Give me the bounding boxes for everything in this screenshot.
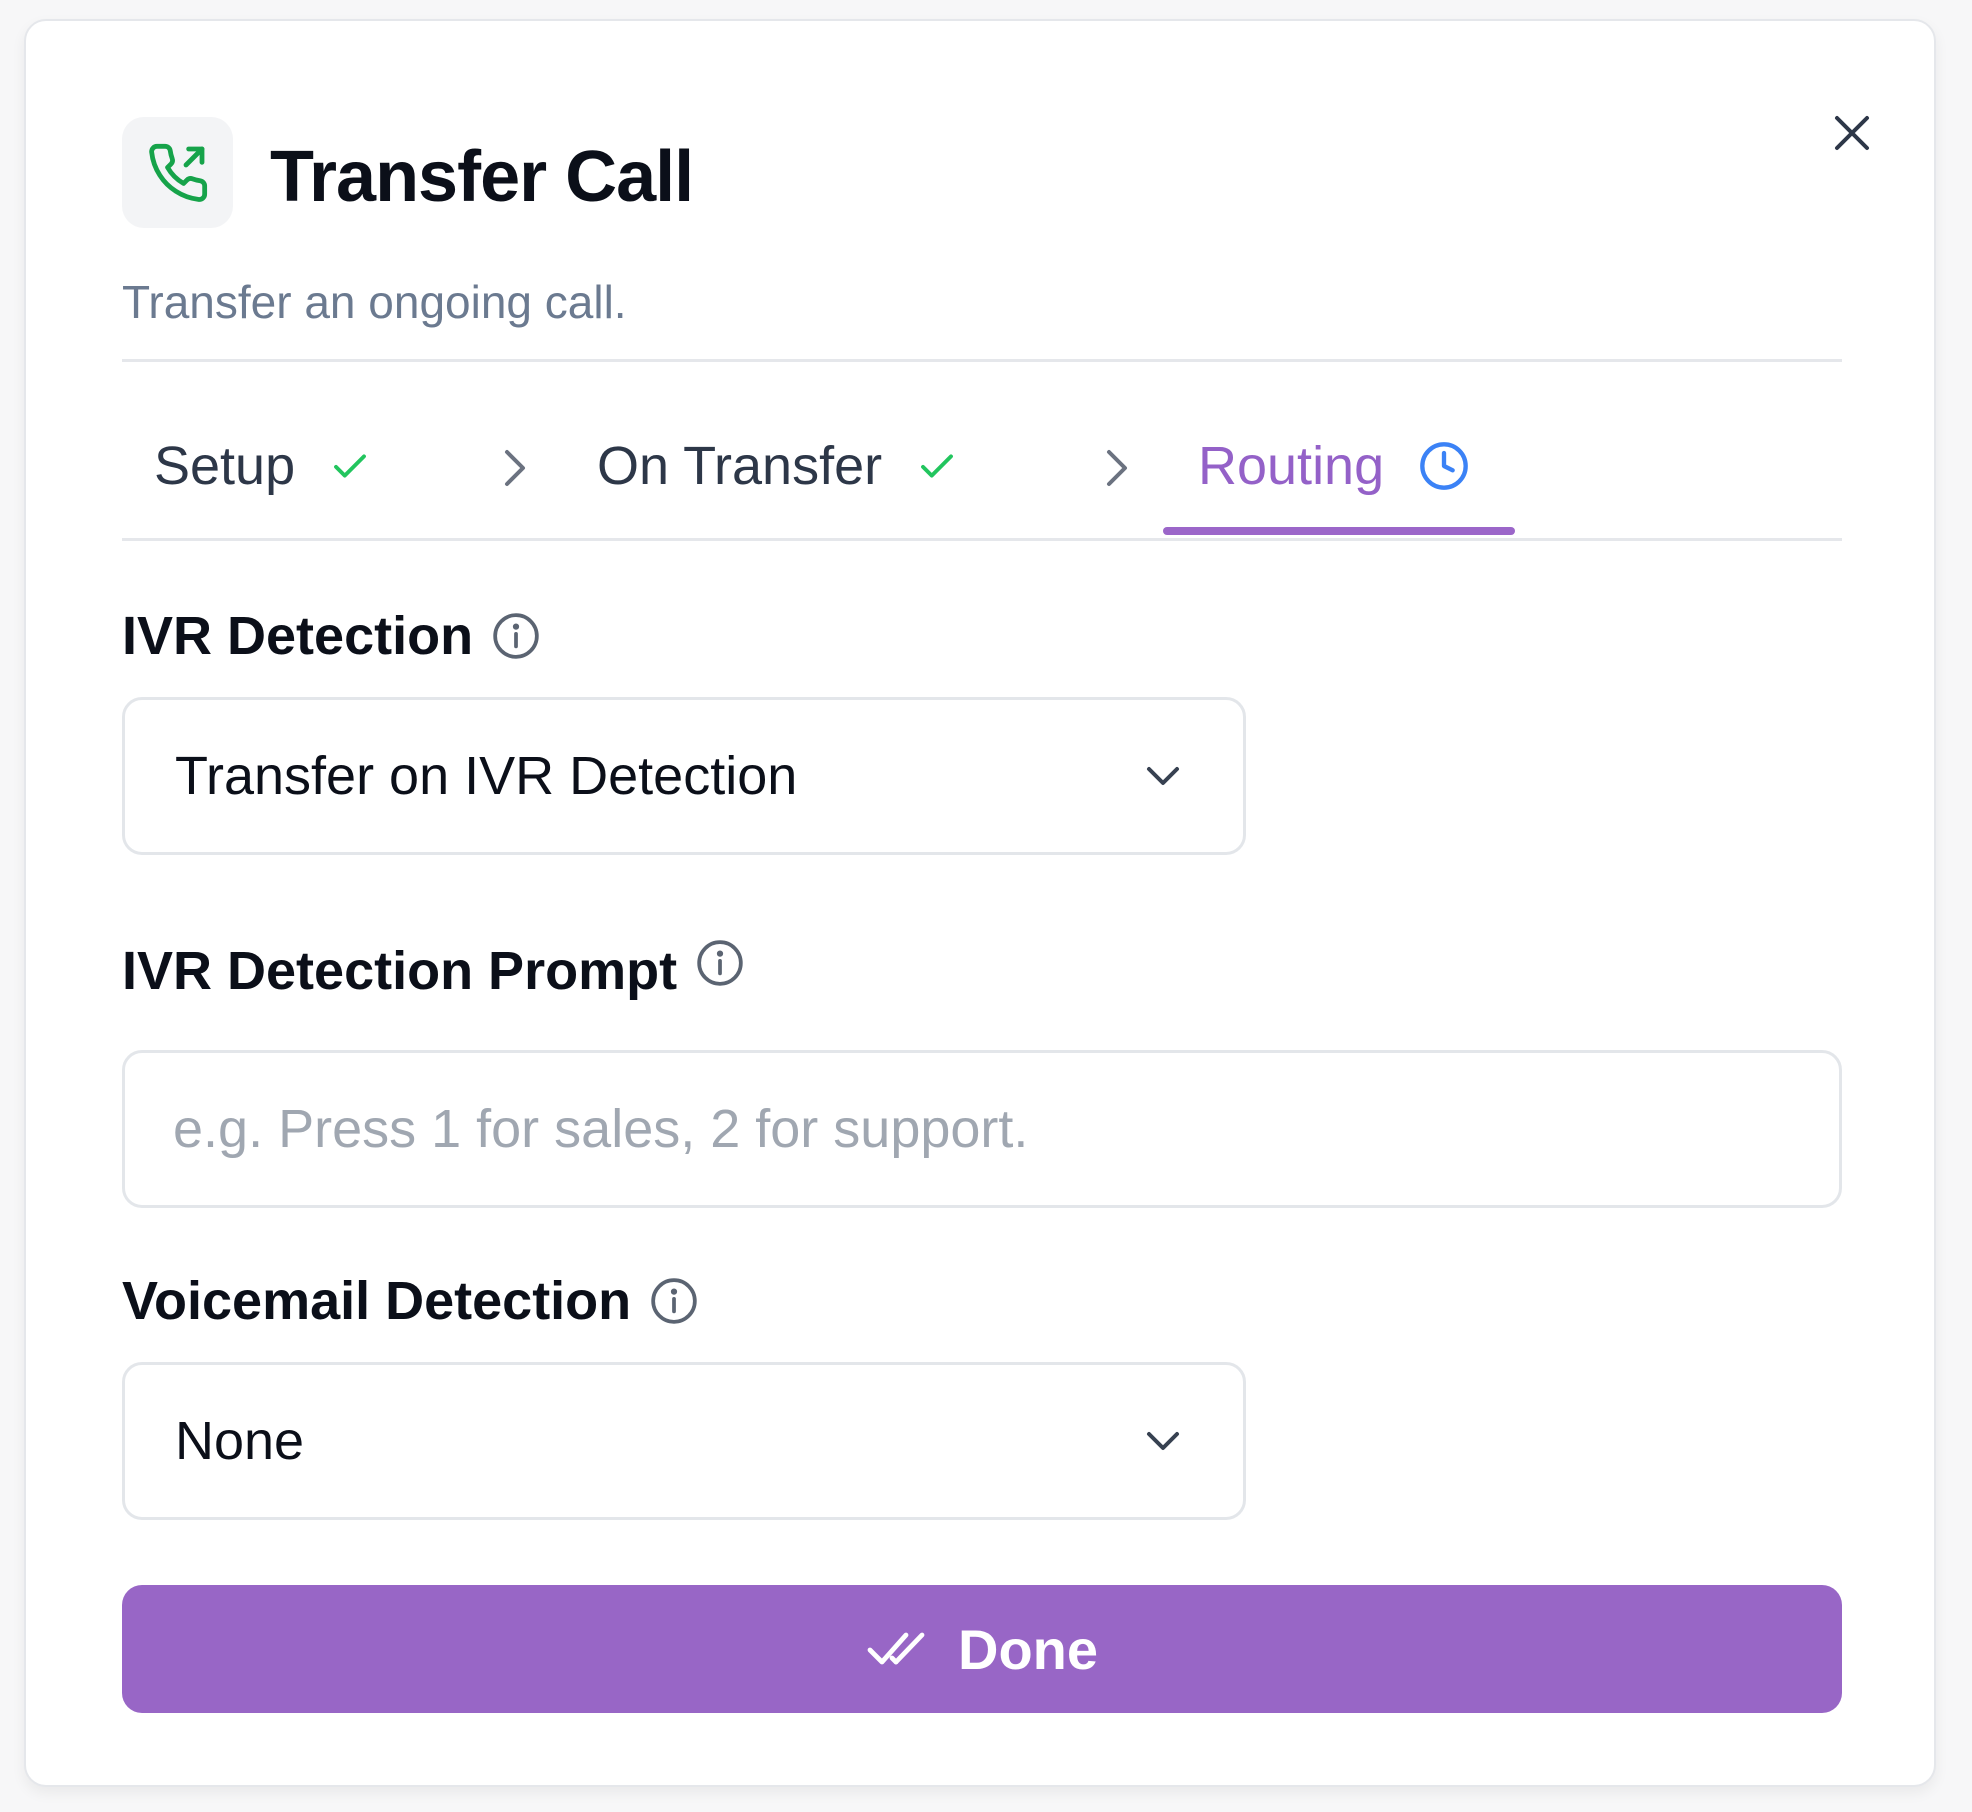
- ivr-detection-label-text: IVR Detection: [122, 606, 474, 666]
- transfer-call-dialog: Transfer Call Transfer an ongoing call. …: [24, 19, 1936, 1787]
- double-check-icon: [866, 1629, 928, 1669]
- chevron-down-icon: [1143, 1428, 1183, 1454]
- ivr-detection-value: Transfer on IVR Detection: [175, 746, 798, 806]
- ivr-prompt-label-text: IVR Detection Prompt: [122, 941, 678, 1001]
- chevron-right-icon: [495, 443, 535, 493]
- header-icon-container: [122, 117, 233, 228]
- clock-icon: [1418, 440, 1470, 492]
- chevron-right-icon: [1097, 443, 1137, 493]
- info-icon[interactable]: [649, 1276, 699, 1326]
- tab-on-transfer-label: On Transfer: [597, 436, 883, 496]
- tab-setup[interactable]: Setup: [154, 436, 371, 496]
- info-icon[interactable]: [695, 938, 745, 988]
- close-icon: [1835, 116, 1869, 150]
- voicemail-detection-label-text: Voicemail Detection: [122, 1271, 632, 1331]
- header-divider: [122, 359, 1842, 362]
- tabs-divider: [122, 538, 1842, 541]
- voicemail-detection-value: None: [175, 1411, 305, 1471]
- ivr-prompt-input[interactable]: [122, 1050, 1842, 1208]
- info-icon[interactable]: [491, 611, 541, 661]
- tab-routing[interactable]: Routing: [1198, 436, 1470, 496]
- dialog-title: Transfer Call: [270, 137, 694, 217]
- ivr-prompt-label: IVR Detection Prompt: [122, 938, 745, 1001]
- tab-routing-label: Routing: [1198, 436, 1385, 496]
- check-icon: [916, 445, 958, 487]
- voicemail-detection-label: Voicemail Detection: [122, 1271, 699, 1331]
- ivr-detection-select[interactable]: Transfer on IVR Detection: [122, 697, 1246, 855]
- close-button[interactable]: [1822, 103, 1882, 163]
- check-icon: [329, 445, 371, 487]
- dialog-subtitle: Transfer an ongoing call.: [122, 276, 627, 328]
- ivr-detection-label: IVR Detection: [122, 606, 541, 666]
- done-button[interactable]: Done: [122, 1585, 1842, 1713]
- tab-setup-label: Setup: [154, 436, 296, 496]
- voicemail-detection-select[interactable]: None: [122, 1362, 1246, 1520]
- phone-forward-icon: [148, 143, 207, 202]
- done-button-label: Done: [958, 1617, 1098, 1681]
- active-tab-indicator: [1163, 527, 1515, 535]
- chevron-down-icon: [1143, 763, 1183, 789]
- tab-on-transfer[interactable]: On Transfer: [597, 436, 958, 496]
